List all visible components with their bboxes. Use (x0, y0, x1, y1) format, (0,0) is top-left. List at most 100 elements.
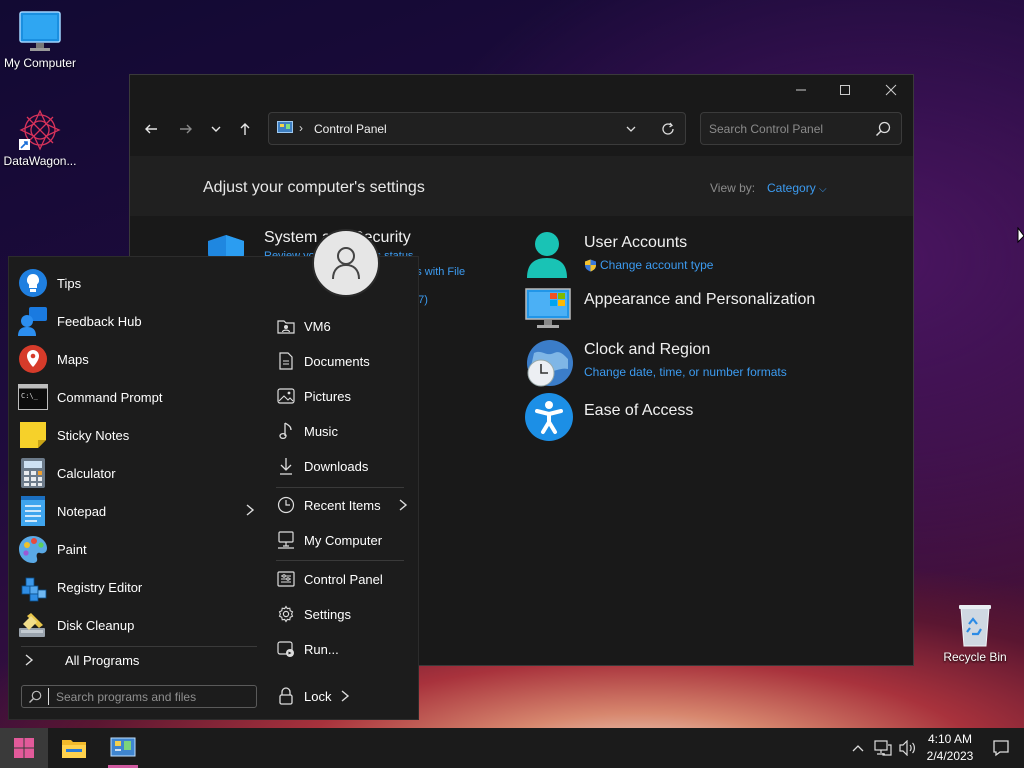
network-button[interactable] (872, 728, 894, 768)
place-control-panel[interactable]: Control Panel (276, 564, 406, 594)
place-label: Downloads (304, 458, 369, 474)
search-control-panel-box[interactable]: Search Control Panel (700, 112, 902, 145)
picture-icon (276, 386, 296, 406)
place-documents[interactable]: Documents (276, 346, 406, 376)
monitor-icon (18, 10, 62, 54)
maximize-button[interactable] (828, 79, 862, 101)
forward-button[interactable] (174, 117, 198, 141)
place-pictures[interactable]: Pictures (276, 381, 406, 411)
refresh-icon[interactable] (661, 122, 675, 136)
lock-icon (276, 686, 296, 706)
windows-logo-icon (13, 737, 35, 759)
change-date-time-link[interactable]: Change date, time, or number formats (584, 365, 884, 379)
app-sticky-notes[interactable]: Sticky Notes (17, 417, 262, 453)
place-music[interactable]: Music (276, 416, 406, 446)
all-programs-button[interactable]: All Programs (17, 645, 262, 675)
back-button[interactable] (139, 117, 163, 141)
music-note-icon (276, 421, 296, 441)
desktop-icon-my-computer[interactable]: My Computer (0, 10, 80, 70)
start-search-box[interactable]: Search programs and files (21, 685, 257, 708)
app-paint[interactable]: Paint (17, 531, 262, 567)
app-command-prompt[interactable]: C:\_ Command Prompt (17, 379, 262, 415)
view-by-dropdown[interactable]: Category ⌵ (767, 181, 827, 195)
chevron-right-icon[interactable] (398, 499, 408, 511)
address-bar[interactable]: › Control Panel (268, 112, 686, 145)
app-label: Registry Editor (57, 579, 143, 595)
clock[interactable]: 4:10 AM 2/4/2023 (922, 728, 978, 768)
notifications-button[interactable] (988, 728, 1014, 768)
place-vm6[interactable]: VM6 (276, 311, 406, 341)
control-panel-icon (276, 569, 296, 589)
arrow-up-icon (238, 122, 252, 136)
recent-locations-button[interactable] (204, 117, 228, 141)
link-text: Change account type (600, 258, 714, 272)
view-by-value: Category (767, 181, 816, 195)
calculator-icon (17, 457, 49, 489)
clock-globe-icon (524, 339, 574, 389)
search-icon[interactable] (875, 121, 891, 137)
chevron-right-icon[interactable] (245, 504, 255, 516)
desktop-icon-recycle-bin[interactable]: Recycle Bin (935, 602, 1015, 664)
change-account-type-link[interactable]: Change account type (584, 258, 844, 272)
search-input[interactable]: Search Control Panel (709, 122, 823, 136)
place-recent-items[interactable]: Recent Items (276, 490, 408, 520)
app-calculator[interactable]: Calculator (17, 455, 262, 491)
app-notepad[interactable]: Notepad (17, 493, 262, 529)
desktop-icon-label: DataWagon... (3, 154, 77, 168)
chevron-right-icon[interactable] (340, 690, 350, 702)
app-label: Calculator (57, 465, 116, 481)
clock-date: 2/4/2023 (926, 749, 974, 763)
place-downloads[interactable]: Downloads (276, 451, 406, 481)
window-titlebar[interactable] (130, 75, 913, 105)
search-icon (28, 690, 42, 704)
user-avatar[interactable] (312, 229, 380, 297)
app-maps[interactable]: Maps (17, 341, 262, 377)
speaker-icon (899, 740, 917, 756)
app-tips[interactable]: Tips (17, 265, 262, 301)
app-registry-editor[interactable]: Registry Editor (17, 569, 262, 605)
app-label: Tips (57, 275, 82, 291)
page-title: Adjust your computer's settings (203, 179, 425, 196)
address-dropdown-icon[interactable] (625, 123, 637, 135)
view-by-label: View by: (710, 181, 756, 195)
show-hidden-icons-button[interactable] (848, 728, 868, 768)
app-label: Disk Cleanup (57, 617, 135, 633)
svg-text:C:\_: C:\_ (21, 392, 39, 400)
breadcrumb-separator-icon: › (299, 121, 303, 135)
category-title[interactable]: Clock and Region (584, 341, 884, 359)
up-button[interactable] (233, 117, 257, 141)
notification-icon (992, 739, 1010, 757)
place-run[interactable]: Run... (276, 634, 406, 664)
category-title[interactable]: Ease of Access (584, 402, 864, 420)
minimize-button[interactable] (784, 79, 818, 101)
place-label: Recent Items (304, 497, 381, 513)
app-disk-cleanup[interactable]: Disk Cleanup (17, 607, 262, 643)
desktop-icon-datawagon[interactable]: DataWagon... (0, 108, 80, 168)
place-settings[interactable]: Settings (276, 599, 406, 629)
registry-cubes-icon (17, 571, 49, 603)
category-title[interactable]: User Accounts (584, 234, 844, 252)
place-my-computer[interactable]: My Computer (276, 525, 406, 555)
category-title[interactable]: Appearance and Personalization (584, 291, 864, 309)
close-button[interactable] (874, 79, 908, 101)
download-icon (276, 456, 296, 476)
disk-cleanup-icon (17, 609, 49, 641)
place-label: Settings (304, 606, 351, 622)
lock-button[interactable]: Lock (276, 681, 406, 711)
control-panel-small-icon (277, 121, 293, 135)
start-button[interactable] (0, 728, 48, 768)
chevron-down-icon (210, 123, 222, 135)
category-title[interactable]: System and Security (264, 229, 544, 247)
volume-button[interactable] (897, 728, 919, 768)
lightbulb-icon (17, 267, 49, 299)
taskbar-control-panel[interactable] (104, 728, 142, 768)
user-icon (331, 246, 361, 280)
breadcrumb-control-panel[interactable]: Control Panel (314, 122, 387, 136)
place-label: Documents (304, 353, 370, 369)
taskbar: 4:10 AM 2/4/2023 (0, 728, 1024, 768)
start-search-input[interactable]: Search programs and files (56, 690, 196, 704)
taskbar-file-explorer[interactable] (54, 728, 94, 768)
app-label: Maps (57, 351, 89, 367)
app-feedback-hub[interactable]: Feedback Hub (17, 303, 262, 339)
desktop-icon-label: Recycle Bin (943, 650, 1007, 664)
